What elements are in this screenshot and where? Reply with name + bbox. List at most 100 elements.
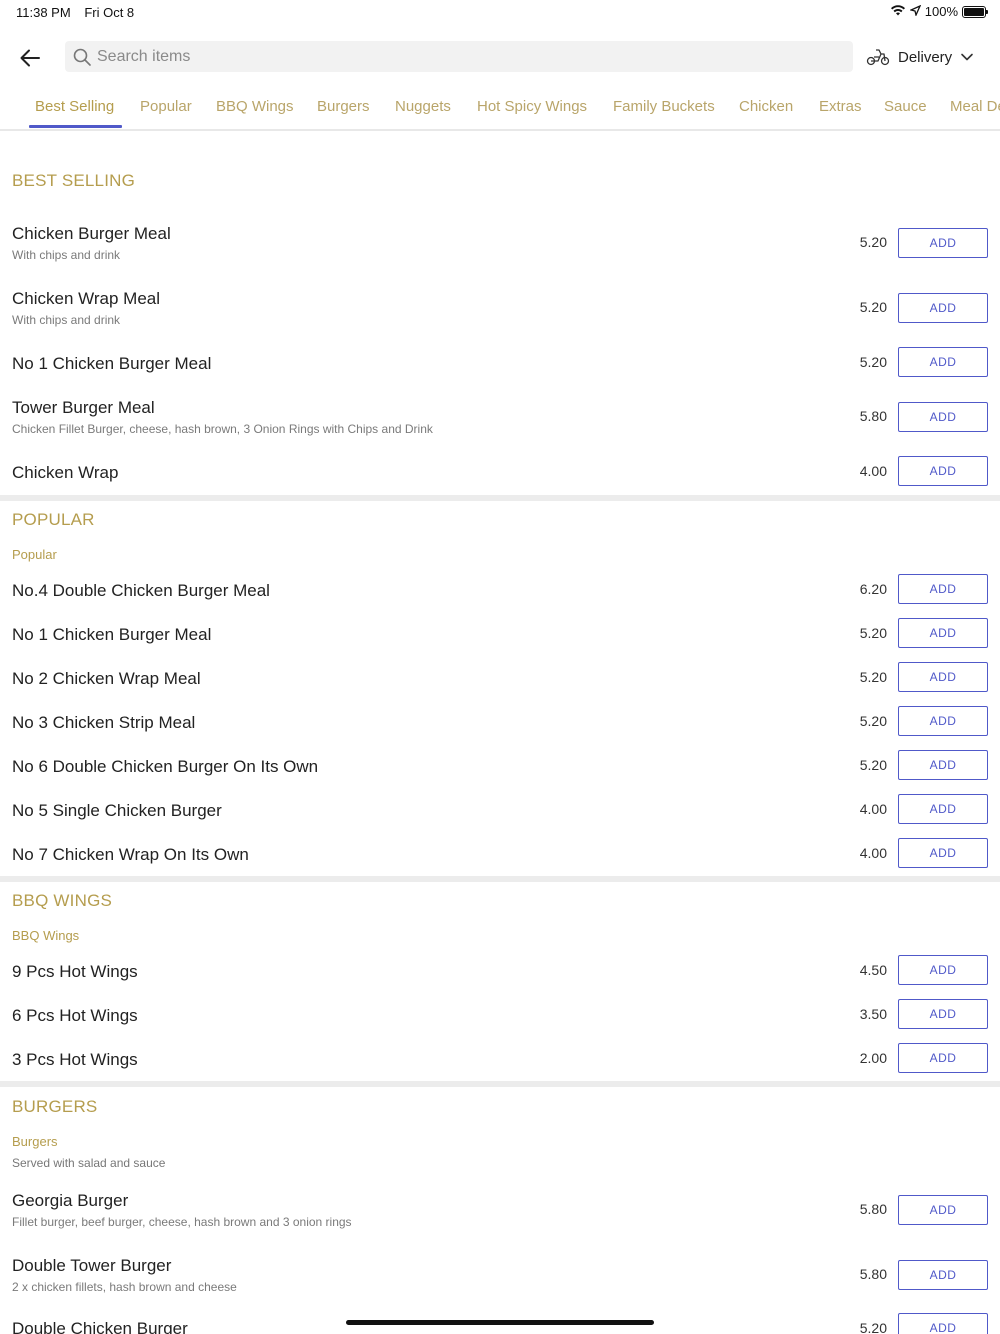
search-bar[interactable] — [65, 41, 853, 72]
section-title-best-selling: BEST SELLING — [12, 171, 136, 190]
status-right: 100% — [890, 4, 988, 19]
search-icon — [73, 48, 91, 66]
location-arrow-icon — [908, 4, 922, 19]
section-subtitle-popular: Popular — [12, 547, 57, 562]
item-name: No 6 Double Chicken Burger On Its Own — [12, 757, 319, 776]
add-button[interactable]: ADD — [898, 402, 988, 432]
delivery-label: Delivery — [898, 48, 953, 66]
item-name: No 1 Chicken Burger Meal — [12, 354, 212, 373]
tab-popular[interactable]: Popular — [140, 98, 192, 128]
item-price: 5.80 — [859, 1201, 887, 1217]
add-button[interactable]: ADD — [898, 574, 988, 604]
item-price: 4.00 — [859, 801, 887, 817]
tab-nuggets[interactable]: Nuggets — [395, 98, 451, 128]
add-button[interactable]: ADD — [898, 750, 988, 780]
item-name: No 2 Chicken Wrap Meal — [12, 669, 201, 688]
battery-icon — [962, 5, 988, 18]
item-price: 6.20 — [859, 581, 887, 597]
arrow-left-icon — [20, 49, 40, 67]
status-left: 11:38 PM Fri Oct 8 — [16, 5, 144, 20]
wifi-icon — [890, 4, 906, 19]
tab-bbq-wings[interactable]: BBQ Wings — [216, 98, 294, 128]
tab-best-selling[interactable]: Best Selling — [35, 98, 114, 128]
scooter-icon — [866, 49, 890, 66]
item-price: 5.20 — [859, 234, 887, 250]
item-description: With chips and drink — [12, 248, 121, 262]
item-description: Chicken Fillet Burger, cheese, hash brow… — [12, 422, 433, 436]
item-price: 5.80 — [859, 408, 887, 424]
delivery-selector[interactable]: Delivery — [866, 42, 974, 72]
tab-extras[interactable]: Extras — [819, 98, 862, 128]
item-name: 9 Pcs Hot Wings — [12, 962, 138, 981]
add-button[interactable]: ADD — [898, 999, 988, 1029]
add-button[interactable]: ADD — [898, 456, 988, 486]
item-price: 5.20 — [859, 757, 887, 773]
item-description: Fillet burger, beef burger, cheese, hash… — [12, 1215, 352, 1229]
add-button[interactable]: ADD — [898, 1195, 988, 1225]
top-bar: Delivery — [0, 38, 1000, 78]
section-divider — [0, 1081, 1000, 1087]
item-name: Double Tower Burger — [12, 1256, 172, 1275]
item-price: 5.20 — [859, 625, 887, 641]
category-tabs: Best Selling Popular BBQ Wings Burgers N… — [0, 88, 1000, 131]
item-price: 5.20 — [859, 354, 887, 370]
add-button[interactable]: ADD — [898, 706, 988, 736]
item-price: 5.80 — [859, 1266, 887, 1282]
menu-list: BEST SELLING Chicken Burger Meal With ch… — [0, 131, 1000, 1334]
item-price: 5.20 — [859, 669, 887, 685]
status-date: Fri Oct 8 — [84, 5, 135, 20]
item-price: 4.00 — [859, 463, 887, 479]
add-button[interactable]: ADD — [898, 618, 988, 648]
add-button[interactable]: ADD — [898, 794, 988, 824]
item-price: 5.20 — [859, 713, 887, 729]
add-button[interactable]: ADD — [898, 347, 988, 377]
add-button[interactable]: ADD — [898, 293, 988, 323]
tab-hot-spicy-wings[interactable]: Hot Spicy Wings — [477, 98, 587, 128]
add-button[interactable]: ADD — [898, 228, 988, 258]
add-button[interactable]: ADD — [898, 838, 988, 868]
item-price: 2.00 — [859, 1050, 887, 1066]
item-name: No 7 Chicken Wrap On Its Own — [12, 845, 249, 864]
item-name: No 5 Single Chicken Burger — [12, 801, 222, 820]
item-price: 4.50 — [859, 962, 887, 978]
item-price: 5.20 — [859, 299, 887, 315]
item-name: Double Chicken Burger — [12, 1319, 188, 1334]
item-name: Chicken Burger Meal — [12, 224, 171, 243]
section-subtitle-burgers: Burgers — [12, 1134, 58, 1149]
home-indicator[interactable] — [346, 1320, 654, 1325]
add-button[interactable]: ADD — [898, 1260, 988, 1290]
tab-family-buckets[interactable]: Family Buckets — [613, 98, 715, 128]
item-name: 3 Pcs Hot Wings — [12, 1050, 138, 1069]
item-description: With chips and drink — [12, 313, 121, 327]
tab-meal-deals[interactable]: Meal Deals — [950, 98, 1000, 128]
add-button[interactable]: ADD — [898, 1313, 988, 1334]
item-description: 2 x chicken fillets, hash brown and chee… — [12, 1280, 237, 1294]
item-name: No.4 Double Chicken Burger Meal — [12, 581, 270, 600]
add-button[interactable]: ADD — [898, 955, 988, 985]
section-title-burgers: BURGERS — [12, 1097, 98, 1116]
back-button[interactable] — [14, 42, 46, 74]
tab-burgers[interactable]: Burgers — [317, 98, 370, 128]
item-name: Tower Burger Meal — [12, 398, 155, 417]
item-name: Chicken Wrap — [12, 463, 119, 482]
battery-percent: 100% — [924, 4, 958, 19]
add-button[interactable]: ADD — [898, 1043, 988, 1073]
item-name: No 1 Chicken Burger Meal — [12, 625, 212, 644]
status-bar: 11:38 PM Fri Oct 8 100% — [0, 0, 1000, 24]
section-title-popular: POPULAR — [12, 510, 95, 529]
item-name: 6 Pcs Hot Wings — [12, 1006, 138, 1025]
item-price: 4.00 — [859, 845, 887, 861]
chevron-down-icon — [961, 53, 973, 61]
section-subtitle-bbq-wings: BBQ Wings — [12, 928, 80, 943]
search-input[interactable] — [97, 47, 797, 66]
section-note-burgers: Served with salad and sauce — [12, 1156, 166, 1170]
item-name: No 3 Chicken Strip Meal — [12, 713, 196, 732]
item-name: Chicken Wrap Meal — [12, 289, 161, 308]
section-title-bbq-wings: BBQ WINGS — [12, 891, 113, 910]
tab-chicken[interactable]: Chicken — [739, 98, 793, 128]
add-button[interactable]: ADD — [898, 662, 988, 692]
item-price: 3.50 — [859, 1006, 887, 1022]
section-divider — [0, 495, 1000, 501]
item-price: 5.20 — [859, 1320, 887, 1334]
tab-sauce[interactable]: Sauce — [884, 98, 927, 128]
